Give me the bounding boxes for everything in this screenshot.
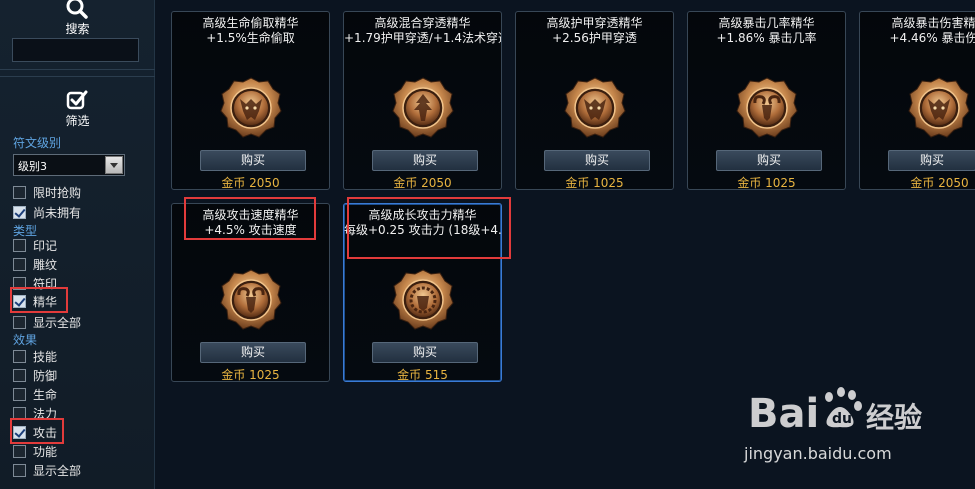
checkbox-label: 防御 — [33, 368, 58, 383]
rune-card[interactable]: 高级护甲穿透精华 +2.56护甲穿透 购买 金币 1025 — [515, 11, 674, 190]
rune-card[interactable]: 高级暴击几率精华 +1.86% 暴击几率 购买 金币 1025 — [687, 11, 846, 190]
checkbox-effect-health[interactable]: 生命 — [13, 386, 57, 402]
buy-button[interactable]: 购买 — [200, 342, 306, 363]
checkbox-box[interactable] — [13, 294, 26, 308]
dragon-emblem-icon — [564, 77, 626, 138]
buy-button[interactable]: 购买 — [200, 150, 306, 171]
checkbox-type-seal[interactable]: 符印 — [13, 275, 57, 291]
checkbox-label: 显示全部 — [33, 463, 82, 478]
rune-stat: +1.79护甲穿透/+1.4法术穿透 — [344, 31, 501, 45]
search-icon[interactable] — [64, 0, 90, 20]
checkbox-box[interactable] — [13, 425, 26, 439]
buy-button[interactable]: 购买 — [372, 342, 478, 363]
checkbox-box[interactable] — [13, 406, 26, 420]
checkbox-box[interactable] — [13, 387, 26, 401]
checkbox-label: 法力 — [33, 406, 58, 421]
checkbox-label: 攻击 — [33, 425, 58, 440]
svg-text:Bai: Bai — [748, 391, 819, 437]
watermark-url: jingyan.baidu.com — [744, 444, 892, 463]
checkbox-label: 雕纹 — [33, 257, 58, 272]
checkbox-box[interactable] — [13, 185, 26, 199]
checkbox-type-quintessence[interactable]: 精华 — [13, 293, 57, 309]
dragon-emblem-icon — [220, 77, 282, 138]
rune-price: 金币 2050 — [221, 176, 280, 190]
checkbox-type-show-all[interactable]: 显示全部 — [13, 314, 81, 330]
search-label: 搜索 — [65, 22, 90, 36]
checkbox-box[interactable] — [13, 444, 26, 458]
checkbox-box[interactable] — [13, 315, 26, 329]
checkbox-box[interactable] — [13, 205, 26, 219]
tree-emblem-icon — [392, 77, 454, 138]
rune-card-selected[interactable]: 高级成长攻击力精华 每级+0.25 攻击力 (18级+4.5) 购买 金币 51… — [343, 203, 502, 382]
checkbox-box[interactable] — [13, 349, 26, 363]
checkbox-limited-sale[interactable]: 限时抢购 — [13, 184, 81, 200]
checkbox-label: 尚未拥有 — [33, 205, 82, 220]
rune-price: 金币 1025 — [221, 368, 280, 382]
buy-button[interactable]: 购买 — [544, 150, 650, 171]
search-section: 搜索 — [0, 0, 155, 70]
checkbox-box[interactable] — [13, 463, 26, 477]
rune-stat: +1.86% 暴击几率 — [716, 31, 817, 45]
checkbox-box[interactable] — [13, 276, 26, 290]
rune-stat: 每级+0.25 攻击力 (18级+4.5) — [344, 223, 501, 237]
rune-stat: +4.46% 暴击伤害 — [889, 31, 975, 45]
svg-text:经验: 经验 — [866, 401, 922, 434]
checkbox-effect-defense[interactable]: 防御 — [13, 367, 57, 383]
checkbox-label: 限时抢购 — [33, 185, 82, 200]
svg-text:du: du — [832, 411, 852, 427]
rune-price: 金币 1025 — [737, 176, 796, 190]
rune-card[interactable]: 高级生命偷取精华 +1.5%生命偷取 购买 金币 2050 — [171, 11, 330, 190]
checkbox-label: 生命 — [33, 387, 58, 402]
checkbox-label: 符印 — [33, 276, 58, 291]
checkbox-type-glyph[interactable]: 雕纹 — [13, 256, 57, 272]
checkbox-label: 显示全部 — [33, 315, 82, 330]
checkbox-box[interactable] — [13, 368, 26, 382]
rune-card[interactable]: 高级暴击伤害精华 +4.46% 暴击伤害 购买 金币 2050 — [859, 11, 975, 190]
buy-button[interactable]: 购买 — [888, 150, 975, 171]
rune-price: 金币 515 — [397, 368, 448, 382]
checkbox-effect-ability[interactable]: 技能 — [13, 348, 57, 364]
rune-card[interactable]: 高级混合穿透精华 +1.79护甲穿透/+1.4法术穿透 购买 金币 2050 — [343, 11, 502, 190]
checkbox-effect-mana[interactable]: 法力 — [13, 405, 57, 421]
sidebar: 搜索 筛选 符文级别 级别3 限时抢购 尚未拥有 类型 印记 雕纹 符印 精华 … — [0, 0, 155, 489]
baidu-watermark-logo: Bai du 经验 — [748, 387, 922, 437]
checkbox-type-mark[interactable]: 印记 — [13, 237, 57, 253]
checkbox-label: 技能 — [33, 349, 58, 364]
ram-emblem-icon — [736, 77, 798, 138]
checkbox-effect-show-all[interactable]: 显示全部 — [13, 462, 81, 478]
search-input[interactable] — [12, 38, 139, 62]
dragon-emblem-icon — [908, 77, 970, 138]
level-select-value: 级别3 — [18, 160, 47, 173]
rune-stat: +2.56护甲穿透 — [552, 31, 637, 45]
rune-price: 金币 2050 — [910, 176, 969, 190]
rune-level-title: 符文级别 — [13, 136, 62, 150]
effect-title: 效果 — [13, 333, 38, 347]
checkbox-label: 印记 — [33, 238, 58, 253]
checkbox-effect-utility[interactable]: 功能 — [13, 443, 57, 459]
checkbox-box[interactable] — [13, 238, 26, 252]
rune-price: 金币 2050 — [393, 176, 452, 190]
chevron-down-icon[interactable] — [105, 156, 123, 174]
rune-stat: +4.5% 攻击速度 — [204, 223, 297, 237]
filter-section: 筛选 符文级别 级别3 限时抢购 尚未拥有 类型 印记 雕纹 符印 精华 显示全… — [0, 76, 155, 489]
filter-checkbox-icon — [66, 90, 88, 110]
rune-card[interactable]: 高级攻击速度精华 +4.5% 攻击速度 购买 金币 1025 — [171, 203, 330, 382]
checkbox-effect-attack[interactable]: 攻击 — [13, 424, 57, 440]
filter-label: 筛选 — [65, 114, 90, 128]
rune-price: 金币 1025 — [565, 176, 624, 190]
buy-button[interactable]: 购买 — [716, 150, 822, 171]
buy-button[interactable]: 购买 — [372, 150, 478, 171]
checkbox-not-owned[interactable]: 尚未拥有 — [13, 204, 81, 220]
checkbox-label: 精华 — [33, 294, 58, 309]
checkbox-box[interactable] — [13, 257, 26, 271]
rune-stat: +1.5%生命偷取 — [206, 31, 295, 45]
ram-emblem-icon — [220, 269, 282, 330]
lion-emblem-icon — [392, 269, 454, 330]
checkbox-label: 功能 — [33, 444, 58, 459]
level-select[interactable]: 级别3 — [13, 154, 125, 176]
